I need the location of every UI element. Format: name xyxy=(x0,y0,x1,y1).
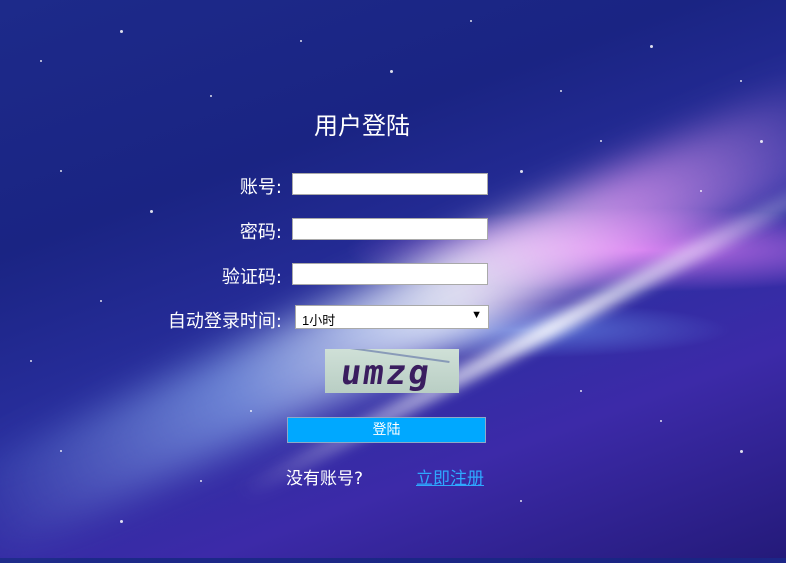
auto-login-select[interactable]: 1小时 ▼ xyxy=(295,305,489,329)
auto-login-selected: 1小时 xyxy=(302,313,336,328)
password-label: 密码: xyxy=(239,222,282,243)
chevron-down-icon: ▼ xyxy=(471,309,482,321)
auto-login-label: 自动登录时间: xyxy=(167,311,282,332)
login-button[interactable]: 登陆 xyxy=(287,417,486,443)
captcha-input[interactable] xyxy=(292,263,488,285)
galaxy-highlight xyxy=(236,156,786,502)
account-input[interactable] xyxy=(292,173,488,195)
register-link[interactable]: 立即注册 xyxy=(416,464,484,489)
password-input[interactable] xyxy=(292,218,488,240)
account-label: 账号: xyxy=(239,177,282,198)
captcha-text: umzg xyxy=(338,353,434,393)
captcha-image[interactable]: umzg xyxy=(325,349,459,393)
page-title: 用户登陆 xyxy=(314,112,410,140)
no-account-text: 没有账号? xyxy=(286,469,364,489)
captcha-label: 验证码: xyxy=(221,267,282,288)
